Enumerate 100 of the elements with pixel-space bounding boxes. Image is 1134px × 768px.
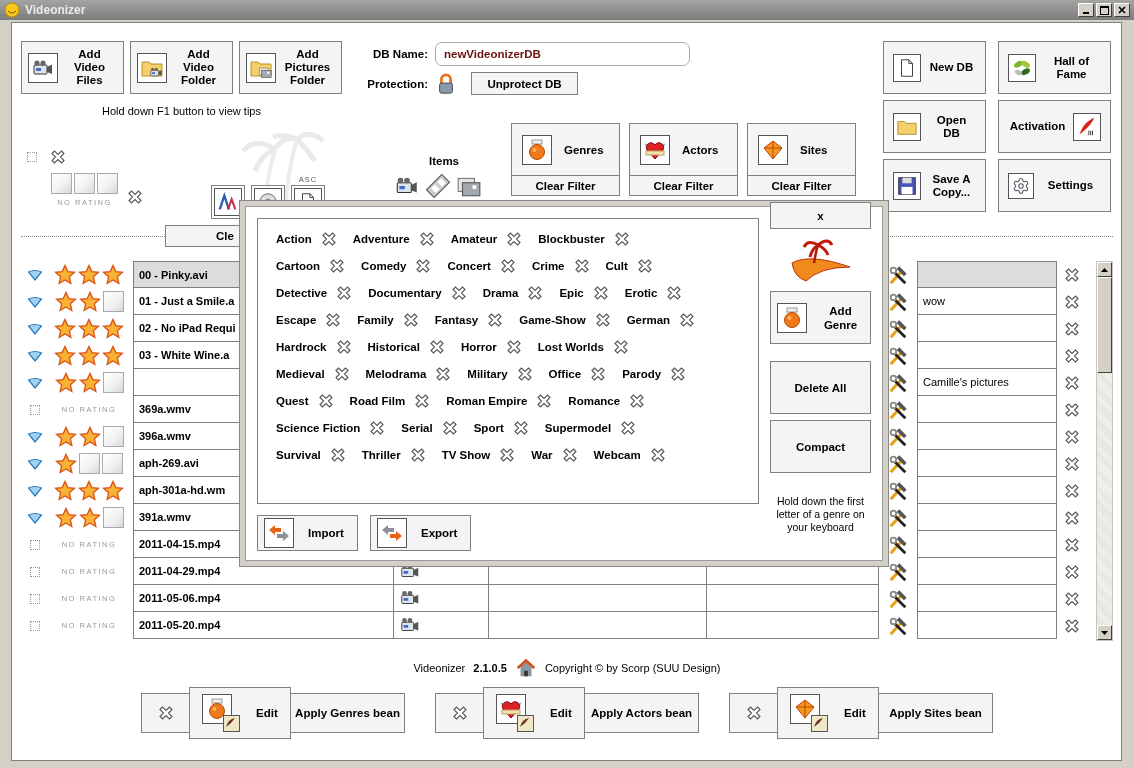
genre-label[interactable]: Blockbuster xyxy=(538,232,605,245)
genre-label[interactable]: Game-Show xyxy=(519,313,586,326)
genre-label[interactable]: Military xyxy=(467,367,508,380)
genre-label[interactable]: Romance xyxy=(568,394,621,407)
note-cell[interactable] xyxy=(917,531,1057,558)
note-cell[interactable] xyxy=(917,585,1057,612)
filter-button[interactable]: Actors xyxy=(629,123,738,176)
star-rating[interactable] xyxy=(51,173,118,194)
apply-button[interactable]: Apply Sites bean xyxy=(878,693,993,733)
edit-button[interactable]: Edit xyxy=(777,687,879,739)
apply-button[interactable]: Apply Genres bean xyxy=(290,693,405,733)
genre-label[interactable]: Family xyxy=(357,313,394,326)
genre-label[interactable]: War xyxy=(531,448,553,461)
genre-label[interactable]: Sport xyxy=(473,421,504,434)
note-cell[interactable] xyxy=(917,558,1057,585)
genre-label[interactable]: Quest xyxy=(276,394,309,407)
genre-label[interactable]: Horror xyxy=(460,340,497,353)
maximize-button[interactable] xyxy=(1096,3,1112,17)
edit-button[interactable]: Edit xyxy=(483,687,585,739)
genre-label[interactable]: Cult xyxy=(605,259,628,272)
star-rating[interactable] xyxy=(54,344,124,367)
checkbox[interactable] xyxy=(30,593,40,604)
checkbox[interactable] xyxy=(30,539,40,550)
edit-button[interactable]: Edit xyxy=(189,687,291,739)
delete-all-button[interactable]: Delete All xyxy=(770,361,871,414)
note-cell[interactable] xyxy=(917,504,1057,531)
db-button[interactable]: Activation xyxy=(998,100,1111,153)
genre-label[interactable]: German xyxy=(626,313,671,326)
scroll-thumb[interactable] xyxy=(1097,277,1112,373)
check-icon[interactable] xyxy=(27,267,43,282)
check-icon[interactable] xyxy=(27,483,43,498)
clear-filter-button[interactable]: Clear Filter xyxy=(629,176,738,196)
genre-label[interactable]: Amateur xyxy=(450,232,498,245)
star-rating[interactable] xyxy=(54,425,124,448)
genre-label[interactable]: Supermodel xyxy=(544,421,612,434)
note-cell[interactable]: wow xyxy=(917,288,1057,315)
filter-button[interactable]: Sites xyxy=(747,123,856,176)
close-button[interactable] xyxy=(1114,3,1130,17)
genre-label[interactable]: Crime xyxy=(531,259,565,272)
db-button[interactable]: Settings xyxy=(998,159,1111,212)
star-rating[interactable] xyxy=(54,290,124,313)
star-rating[interactable] xyxy=(54,371,124,394)
note-cell[interactable] xyxy=(917,396,1057,423)
star-rating[interactable] xyxy=(54,317,124,340)
genre-label[interactable]: Lost Worlds xyxy=(537,340,604,353)
genre-label[interactable]: Parody xyxy=(622,367,662,380)
compact-button[interactable]: Compact xyxy=(770,420,871,473)
remove-button[interactable] xyxy=(729,693,778,733)
check-icon[interactable] xyxy=(27,348,43,363)
genre-label[interactable]: TV Show xyxy=(441,448,491,461)
genre-label[interactable]: Drama xyxy=(482,286,519,299)
genre-label[interactable]: Office xyxy=(548,367,582,380)
genre-label[interactable]: Melodrama xyxy=(365,367,427,380)
check-icon[interactable] xyxy=(27,375,43,390)
genre-label[interactable]: Erotic xyxy=(624,286,658,299)
check-icon[interactable] xyxy=(27,429,43,444)
remove-button[interactable] xyxy=(435,693,484,733)
add-button[interactable]: Add Video Folder xyxy=(130,41,233,94)
sort-button[interactable] xyxy=(211,185,245,219)
genre-label[interactable]: Roman Empire xyxy=(446,394,528,407)
genre-label[interactable]: Thriller xyxy=(361,448,401,461)
genre-label[interactable]: Hardrock xyxy=(276,340,327,353)
genre-label[interactable]: Serial xyxy=(401,421,433,434)
genre-label[interactable]: Fantasy xyxy=(434,313,479,326)
genre-label[interactable]: Historical xyxy=(367,340,420,353)
unprotect-button[interactable]: Unprotect DB xyxy=(471,72,578,95)
genre-label[interactable]: Survival xyxy=(276,448,321,461)
genre-label[interactable]: Adventure xyxy=(352,232,410,245)
clear-filter-button[interactable]: Clear Filter xyxy=(511,176,620,196)
checkbox[interactable] xyxy=(27,152,37,162)
genre-label[interactable]: Documentary xyxy=(368,286,442,299)
genre-label[interactable]: Concert xyxy=(447,259,491,272)
star-rating[interactable] xyxy=(55,452,123,475)
star-rating[interactable] xyxy=(54,479,124,502)
note-cell[interactable] xyxy=(917,612,1057,639)
db-name-field[interactable]: newVideonizerDB xyxy=(435,42,690,66)
genre-label[interactable]: Webcam xyxy=(593,448,641,461)
checkbox[interactable] xyxy=(30,404,40,415)
minimize-button[interactable] xyxy=(1078,3,1094,17)
add-genre-button[interactable]: Add Genre xyxy=(770,291,871,344)
close-button[interactable]: x xyxy=(770,202,871,229)
remove-button[interactable] xyxy=(141,693,190,733)
note-cell[interactable] xyxy=(917,315,1057,342)
import-button[interactable]: Import xyxy=(257,515,358,551)
check-icon[interactable] xyxy=(27,456,43,471)
check-icon[interactable] xyxy=(27,321,43,336)
db-button[interactable]: Save A Copy... xyxy=(883,159,986,212)
db-button[interactable]: New DB xyxy=(883,41,986,94)
genre-label[interactable]: Escape xyxy=(276,313,317,326)
genre-label[interactable]: Comedy xyxy=(361,259,407,272)
note-cell[interactable] xyxy=(917,342,1057,369)
db-button[interactable]: Hall of Fame xyxy=(998,41,1111,94)
genre-label[interactable]: Science Fiction xyxy=(276,421,361,434)
apply-button[interactable]: Apply Actors bean xyxy=(584,693,699,733)
star-rating[interactable] xyxy=(54,506,124,529)
check-icon[interactable] xyxy=(27,294,43,309)
star-rating[interactable] xyxy=(54,263,124,286)
note-cell[interactable] xyxy=(917,261,1057,288)
scrollbar[interactable] xyxy=(1096,261,1113,641)
clear-filter-button[interactable]: Clear Filter xyxy=(747,176,856,196)
